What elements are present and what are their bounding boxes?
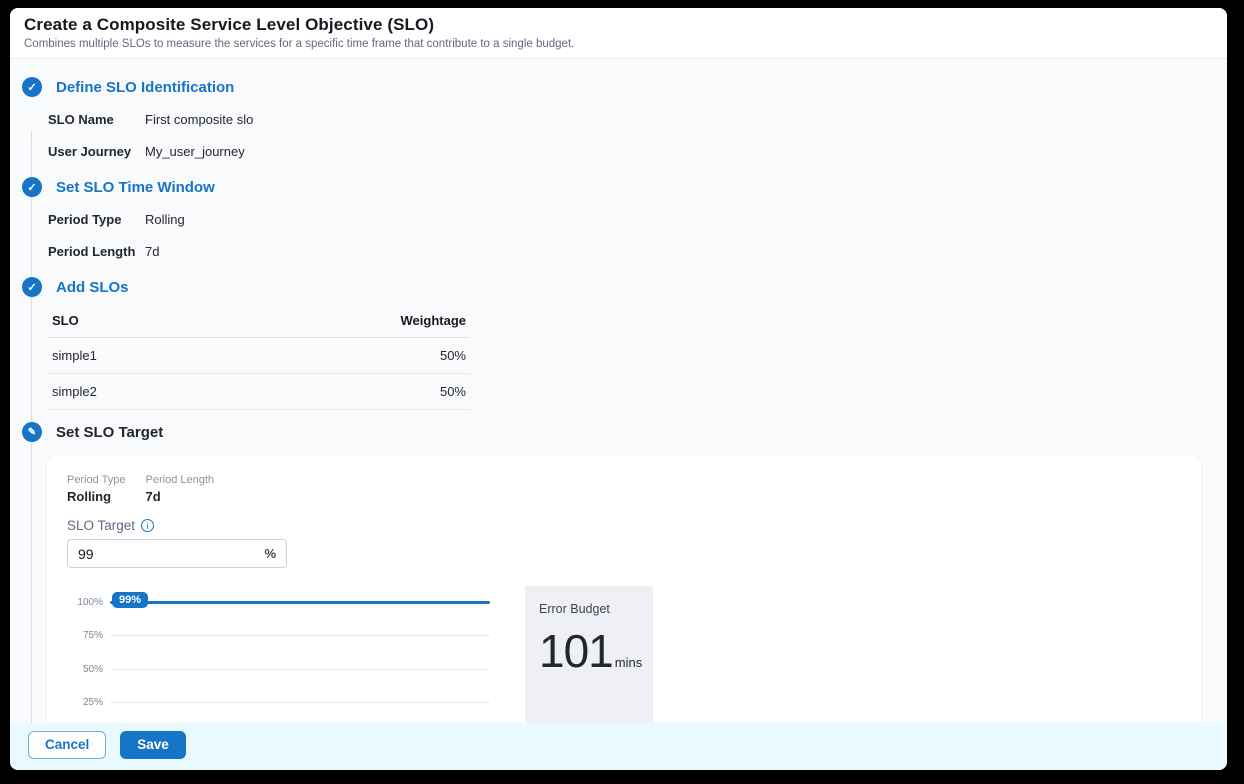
- table-row: simple1 50%: [48, 338, 470, 374]
- y-tick-label: 50%: [67, 664, 103, 675]
- field-value: 7d: [145, 244, 159, 259]
- slo-name-cell: simple2: [48, 374, 224, 410]
- step-add-slos[interactable]: ✓ Add SLOs: [22, 277, 1227, 297]
- error-budget-value-row: 101 mins: [539, 624, 639, 678]
- page-header: Create a Composite Service Level Objecti…: [10, 8, 1227, 59]
- period-summary: Period Type Rolling Period Length 7d: [67, 474, 1181, 504]
- table-row: simple2 50%: [48, 374, 470, 410]
- cancel-button[interactable]: Cancel: [28, 731, 106, 759]
- y-tick-label: 25%: [67, 697, 103, 708]
- column-header-slo: SLO: [48, 307, 224, 338]
- y-tick-label: 100%: [67, 597, 103, 608]
- slo-target-input[interactable]: [78, 546, 264, 562]
- slo-target-label-row: SLO Target i: [67, 518, 1181, 533]
- error-budget-unit: mins: [615, 655, 642, 670]
- field-value: My_user_journey: [145, 144, 245, 159]
- gridline-25: [110, 702, 490, 703]
- step-define-slo-identification[interactable]: ✓ Define SLO Identification: [22, 77, 1227, 97]
- error-budget-card: Error Budget 101 mins: [525, 586, 653, 723]
- period-length-summary: Period Length 7d: [146, 474, 215, 504]
- step-set-slo-time-window[interactable]: ✓ Set SLO Time Window: [22, 177, 1227, 197]
- wizard-body: ✓ Define SLO Identification SLO Name Fir…: [10, 59, 1227, 723]
- target-chart-row: 100% 75% 50% 25% 0% 99% Error Budget: [67, 592, 1181, 723]
- step-body-time-window: Period Type Rolling Period Length 7d: [48, 197, 1227, 277]
- step-set-slo-target[interactable]: ✎ Set SLO Target: [22, 422, 1227, 442]
- field-label: Period Length: [48, 244, 145, 259]
- check-circle-icon: ✓: [22, 177, 42, 197]
- period-type-value: Rolling: [67, 489, 126, 504]
- gridline-75: [110, 635, 490, 636]
- field-slo-name: SLO Name First composite slo: [48, 103, 1227, 135]
- field-period-type: Period Type Rolling: [48, 203, 1227, 235]
- field-label: Period Type: [48, 212, 145, 227]
- step-title[interactable]: Set SLO Time Window: [56, 179, 215, 196]
- slo-target-label: SLO Target: [67, 518, 135, 533]
- slo-target-slider-handle[interactable]: 99%: [112, 592, 148, 608]
- period-type-label: Period Type: [67, 474, 126, 486]
- step-title[interactable]: Set SLO Target: [56, 424, 163, 441]
- page-title: Create a Composite Service Level Objecti…: [24, 15, 1211, 35]
- field-user-journey: User Journey My_user_journey: [48, 135, 1227, 167]
- field-period-length: Period Length 7d: [48, 235, 1227, 267]
- step-body-identification: SLO Name First composite slo User Journe…: [48, 97, 1227, 177]
- slo-target-panel: Period Type Rolling Period Length 7d SLO…: [47, 456, 1201, 723]
- period-type-summary: Period Type Rolling: [67, 474, 126, 504]
- y-tick-label: 75%: [67, 630, 103, 641]
- edit-pencil-icon: ✎: [22, 422, 42, 442]
- gridline-50: [110, 669, 490, 670]
- save-button[interactable]: Save: [120, 731, 186, 759]
- weightage-cell: 50%: [224, 338, 470, 374]
- field-value: First composite slo: [145, 112, 253, 127]
- slo-weightage-table: SLO Weightage simple1 50% simple2 50%: [48, 307, 470, 410]
- app-window: Create a Composite Service Level Objecti…: [10, 8, 1227, 770]
- step-title[interactable]: Add SLOs: [56, 279, 129, 296]
- field-label: User Journey: [48, 144, 145, 159]
- percent-suffix: %: [264, 546, 276, 561]
- slo-name-cell: simple1: [48, 338, 224, 374]
- step-title[interactable]: Define SLO Identification: [56, 79, 234, 96]
- error-budget-value: 101: [539, 624, 613, 678]
- info-icon[interactable]: i: [141, 519, 154, 532]
- error-budget-label: Error Budget: [539, 602, 639, 616]
- check-circle-icon: ✓: [22, 277, 42, 297]
- field-label: SLO Name: [48, 112, 145, 127]
- period-length-value: 7d: [146, 489, 215, 504]
- footer-action-bar: Cancel Save: [10, 723, 1227, 770]
- weightage-cell: 50%: [224, 374, 470, 410]
- period-length-label: Period Length: [146, 474, 215, 486]
- column-header-weightage: Weightage: [224, 307, 470, 338]
- slo-target-chart: 100% 75% 50% 25% 0% 99%: [67, 592, 490, 723]
- slo-target-input-wrap: %: [67, 539, 287, 568]
- slo-target-slider-line[interactable]: [110, 601, 490, 604]
- field-value: Rolling: [145, 212, 185, 227]
- check-circle-icon: ✓: [22, 77, 42, 97]
- page-subtitle: Combines multiple SLOs to measure the se…: [24, 38, 1211, 50]
- table-header-row: SLO Weightage: [48, 307, 470, 338]
